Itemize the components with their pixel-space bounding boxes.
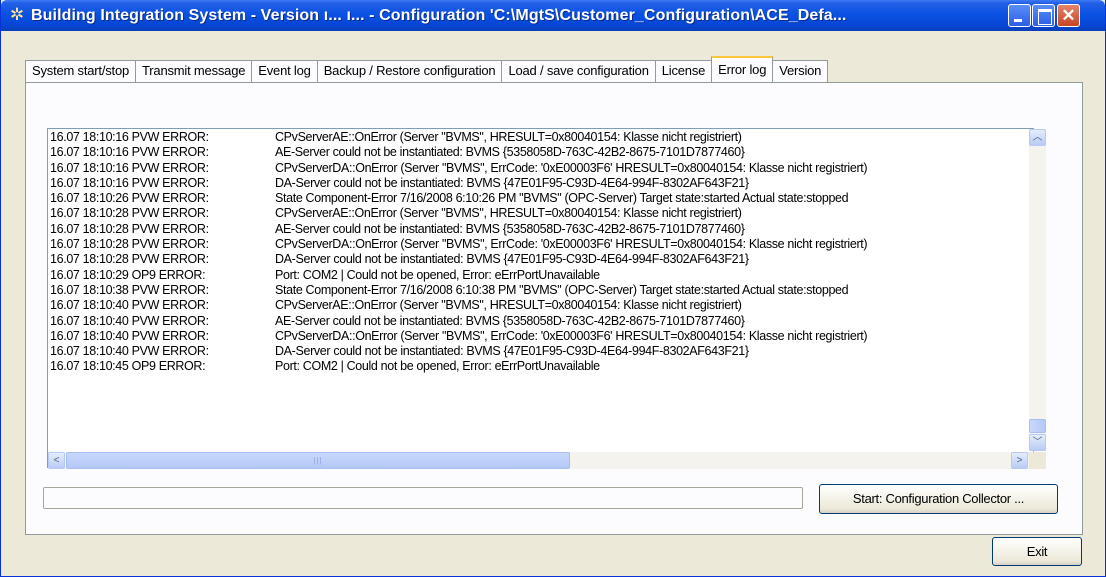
tab-backup-restore[interactable]: Backup / Restore configuration bbox=[316, 60, 503, 82]
log-message: AE-Server could not be instantiated: BVM… bbox=[275, 145, 745, 160]
log-timestamp: 16.07 18:10:28 PVW ERROR: bbox=[50, 221, 209, 236]
log-line[interactable]: 16.07 18:10:28 PVW ERROR: CPvServerDA::On… bbox=[50, 237, 1032, 252]
tab-strip: System start/stop Transmit message Event… bbox=[25, 56, 829, 82]
vertical-scroll-thumb[interactable] bbox=[1029, 419, 1046, 433]
log-timestamp: 16.07 18:10:16 PVW ERROR: bbox=[50, 145, 209, 160]
tab-load-save[interactable]: Load / save configuration bbox=[501, 60, 656, 82]
error-log-list[interactable]: 16.07 18:10:16 PVW ERROR:CPvServerAE::On… bbox=[47, 128, 1034, 468]
log-message: AE-Server could not be instantiated: BVM… bbox=[275, 313, 745, 328]
chevron-right-icon: > bbox=[1016, 455, 1023, 466]
log-timestamp: 16.07 18:10:40 PVW ERROR: bbox=[50, 328, 209, 343]
minimize-button[interactable] bbox=[1008, 4, 1031, 27]
log-message: CPvServerDA::OnError (Server "BVMS", Err… bbox=[275, 328, 868, 343]
log-message: Port: COM2 | Could not be opened, Error:… bbox=[275, 359, 600, 374]
horizontal-scroll-thumb[interactable]: ||| bbox=[66, 452, 570, 469]
log-timestamp: 16.07 18:10:38 PVW ERROR: bbox=[50, 282, 209, 297]
log-timestamp: 16.07 18:10:16 PVW ERROR: bbox=[50, 175, 209, 190]
log-message: CPvServerAE::OnError (Server "BVMS", HRE… bbox=[275, 130, 742, 144]
tab-event-log[interactable]: Event log bbox=[251, 60, 318, 82]
log-timestamp: 16.07 18:10:40 PVW ERROR: bbox=[50, 298, 209, 313]
log-message: CPvServerAE::OnError (Server "BVMS", HRE… bbox=[275, 206, 742, 221]
log-line[interactable]: 16.07 18:10:16 PVW ERROR: AE-Server could… bbox=[50, 145, 1032, 160]
log-line[interactable]: 16.07 18:10:16 PVW ERROR: DA-Server could… bbox=[50, 176, 1032, 191]
log-timestamp: 16.07 18:10:28 PVW ERROR: bbox=[50, 237, 209, 252]
log-line[interactable]: 16.07 18:10:45 OP9 ERROR: Port: COM2 | Co… bbox=[50, 359, 1032, 374]
log-timestamp: 16.07 18:10:16 PVW ERROR: bbox=[50, 160, 209, 175]
scrollbar-corner bbox=[1029, 452, 1046, 469]
chevron-down-icon: ﹀ bbox=[1032, 437, 1043, 448]
log-line[interactable]: 16.07 18:10:28 PVW ERROR: DA-Server could… bbox=[50, 252, 1032, 267]
scroll-down-button[interactable]: ﹀ bbox=[1029, 434, 1046, 451]
scroll-right-button[interactable]: > bbox=[1011, 452, 1028, 469]
grip-icon: ||| bbox=[313, 456, 323, 465]
log-line[interactable]: 16.07 18:10:29 OP9 ERROR: Port: COM2 | Co… bbox=[50, 268, 1032, 283]
log-message: AE-Server could not be instantiated: BVM… bbox=[275, 221, 745, 236]
log-line[interactable]: 16.07 18:10:40 PVW ERROR: CPvServerAE::On… bbox=[50, 298, 1032, 313]
log-line[interactable]: 16.07 18:10:26 PVW ERROR: State Component… bbox=[50, 191, 1032, 206]
scroll-left-button[interactable]: < bbox=[48, 452, 65, 469]
log-timestamp: 16.07 18:10:29 OP9 ERROR: bbox=[50, 267, 206, 282]
close-button[interactable]: ✕ bbox=[1057, 4, 1080, 27]
error-log-lines: 16.07 18:10:16 PVW ERROR:CPvServerAE::On… bbox=[50, 130, 1032, 445]
progress-bar bbox=[43, 487, 803, 509]
log-line[interactable]: 16.07 18:10:28 PVW ERROR: CPvServerAE::On… bbox=[50, 206, 1032, 221]
exit-button[interactable]: Exit bbox=[992, 537, 1082, 566]
log-line[interactable]: 16.07 18:10:40 PVW ERROR: DA-Server could… bbox=[50, 344, 1032, 359]
chevron-left-icon: < bbox=[53, 455, 60, 466]
gear-app-icon: ✲ bbox=[9, 5, 25, 24]
maximize-button[interactable] bbox=[1032, 4, 1055, 27]
log-line[interactable]: 16.07 18:10:40 PVW ERROR: AE-Server could… bbox=[50, 314, 1032, 329]
tab-error-log[interactable]: Error log bbox=[711, 56, 774, 82]
log-line[interactable]: 16.07 18:10:38 PVW ERROR: State Component… bbox=[50, 283, 1032, 298]
log-message: Port: COM2 | Could not be opened, Error:… bbox=[275, 267, 600, 282]
log-message: State Component-Error 7/16/2008 6:10:26 … bbox=[275, 191, 849, 206]
start-configuration-collector-button[interactable]: Start: Configuration Collector ... bbox=[819, 484, 1058, 514]
log-message: CPvServerDA::OnError (Server "BVMS", Err… bbox=[275, 160, 868, 175]
log-timestamp: 16.07 18:10:40 PVW ERROR: bbox=[50, 344, 209, 359]
tab-system-start-stop[interactable]: System start/stop bbox=[25, 60, 137, 82]
log-line[interactable]: 16.07 18:10:16 PVW ERROR: CPvServerDA::On… bbox=[50, 161, 1032, 176]
log-line[interactable]: 16.07 18:10:28 PVW ERROR: AE-Server could… bbox=[50, 222, 1032, 237]
scroll-up-button[interactable]: ︿ bbox=[1029, 129, 1046, 146]
tab-license[interactable]: License bbox=[654, 60, 713, 82]
chevron-up-icon: ︿ bbox=[1032, 132, 1043, 143]
log-message: DA-Server could not be instantiated: BVM… bbox=[275, 252, 749, 267]
vertical-scrollbar[interactable]: ︿ ﹀ bbox=[1029, 129, 1046, 451]
log-line[interactable]: 16.07 18:10:40 PVW ERROR: CPvServerDA::On… bbox=[50, 329, 1032, 344]
tab-version[interactable]: Version bbox=[772, 60, 829, 82]
log-message: CPvServerDA::OnError (Server "BVMS", Err… bbox=[275, 237, 868, 252]
log-timestamp: 16.07 18:10:28 PVW ERROR: bbox=[50, 206, 209, 221]
app-window: ✲ Building Integration System - Version … bbox=[0, 0, 1106, 577]
horizontal-scrollbar[interactable]: < ||| > bbox=[48, 452, 1029, 469]
window-title: Building Integration System - Version ı.… bbox=[31, 7, 847, 24]
title-bar[interactable]: ✲ Building Integration System - Version … bbox=[1, 0, 1105, 31]
log-timestamp: 16.07 18:10:45 OP9 ERROR: bbox=[50, 359, 206, 374]
close-icon: ✕ bbox=[1061, 6, 1076, 25]
tab-transmit-message[interactable]: Transmit message bbox=[135, 60, 253, 82]
log-message: CPvServerAE::OnError (Server "BVMS", HRE… bbox=[275, 298, 742, 313]
log-message: DA-Server could not be instantiated: BVM… bbox=[275, 344, 749, 359]
log-line[interactable]: 16.07 18:10:16 PVW ERROR: CPvServerAE::On… bbox=[50, 130, 1032, 145]
log-timestamp: 16.07 18:10:26 PVW ERROR: bbox=[50, 191, 209, 206]
log-timestamp: 16.07 18:10:40 PVW ERROR: bbox=[50, 313, 209, 328]
log-timestamp: 16.07 18:10:16 PVW ERROR: bbox=[50, 130, 209, 144]
log-message: State Component-Error 7/16/2008 6:10:38 … bbox=[275, 282, 849, 297]
log-timestamp: 16.07 18:10:28 PVW ERROR: bbox=[50, 252, 209, 267]
log-message: DA-Server could not be instantiated: BVM… bbox=[275, 175, 749, 190]
